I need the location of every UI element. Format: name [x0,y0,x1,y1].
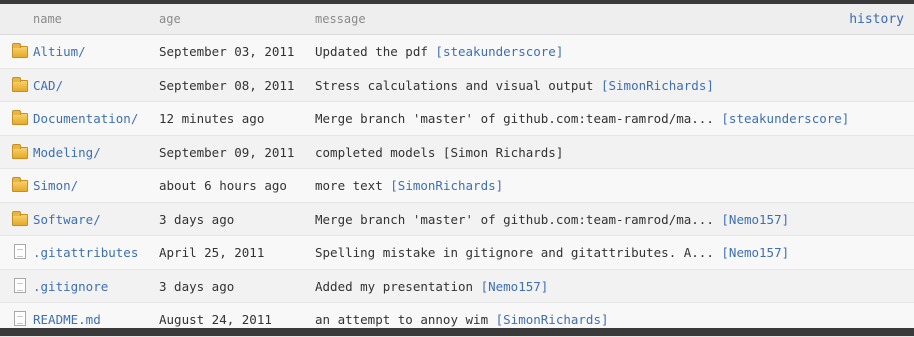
table-row: Simon/ about 6 hours ago more text [Simo… [0,169,914,203]
commit-message: Added my presentation [Nemo157] [315,279,548,294]
file-icon [14,244,26,259]
commit-message: Merge branch 'master' of github.com:team… [315,212,789,227]
commit-message: Updated the pdf [steakunderscore] [315,44,563,59]
commit-author-link[interactable]: [SimonRichards] [390,178,503,193]
history-link[interactable]: history [849,12,904,27]
table-row: Altium/ September 03, 2011 Updated the p… [0,35,914,69]
file-age: 3 days ago [159,211,235,227]
commit-message-text[interactable]: Updated the pdf [315,44,435,59]
folder-icon [12,143,28,159]
file-name-link[interactable]: Altium/ [33,44,86,59]
commit-author-link[interactable]: [SimonRichards] [496,312,609,327]
file-icon [14,311,26,326]
file-age: September 03, 2011 [159,44,295,59]
commit-message-text[interactable]: Merge branch 'master' of github.com:team… [315,212,721,227]
commit-author-link[interactable]: [steakunderscore] [721,111,849,126]
file-name-link[interactable]: Software/ [33,212,101,227]
commit-message-text[interactable]: Merge branch 'master' of github.com:team… [315,111,721,126]
folder-icon [12,210,28,226]
commit-author-link[interactable]: [Nemo157] [721,212,789,227]
file-list: Altium/ September 03, 2011 Updated the p… [0,35,914,337]
table-row: .gitattributes April 25, 2011 Spelling m… [0,236,914,270]
file-age: April 25, 2011 [159,245,265,260]
table-row: Software/ 3 days ago Merge branch 'maste… [0,202,914,236]
commit-author-link[interactable]: [Nemo157] [481,279,549,294]
file-age: 12 minutes ago [159,111,265,126]
table-header: name age message history [0,4,914,35]
table-row: Modeling/ September 09, 2011 completed m… [0,135,914,169]
file-age: September 08, 2011 [159,77,295,93]
file-name-link[interactable]: .gitattributes [33,245,138,260]
commit-message-text[interactable]: Added my presentation [315,279,481,294]
commit-message-text[interactable]: Stress calculations and visual output [315,78,601,93]
commit-message: completed models [Simon Richards] [315,145,563,160]
column-header-message: message [315,12,366,26]
table-row: .gitignore 3 days ago Added my presentat… [0,269,914,303]
file-age: 3 days ago [159,278,235,294]
file-age: August 24, 2011 [159,312,272,327]
commit-message: an attempt to annoy wim [SimonRichards] [315,312,609,327]
commit-message-text[interactable]: completed models [Simon Richards] [315,145,563,160]
commit-message: Spelling mistake in gitignore and gitatt… [315,245,789,260]
file-name-link[interactable]: Documentation/ [33,111,138,126]
commit-message-text[interactable]: an attempt to annoy wim [315,312,496,327]
file-browser: name age message history Altium/ Septemb… [0,4,914,337]
file-name-link[interactable]: CAD/ [33,78,63,93]
file-age: about 6 hours ago [159,178,287,193]
folder-icon [12,177,28,192]
commit-message-text[interactable]: more text [315,178,390,193]
commit-message: more text [SimonRichards] [315,178,503,193]
column-header-age: age [159,12,181,26]
commit-message: Stress calculations and visual output [S… [315,78,714,93]
commit-message: Merge branch 'master' of github.com:team… [315,111,849,126]
table-row: Documentation/ 12 minutes ago Merge bran… [0,102,914,136]
file-age: September 09, 2011 [159,144,295,160]
file-name-link[interactable]: Simon/ [33,178,78,193]
file-icon [14,277,26,293]
commit-author-link[interactable]: [steakunderscore] [435,44,563,59]
file-name-link[interactable]: Modeling/ [33,145,101,160]
folder-icon [12,110,28,125]
file-name-link[interactable]: README.md [33,312,101,327]
folder-icon [12,76,28,92]
commit-author-link[interactable]: [SimonRichards] [601,78,714,93]
column-header-name: name [33,12,62,26]
table-row: CAD/ September 08, 2011 Stress calculati… [0,68,914,102]
commit-author-link[interactable]: [Nemo157] [721,245,789,260]
commit-message-text[interactable]: Spelling mistake in gitignore and gitatt… [315,245,721,260]
file-name-link[interactable]: .gitignore [33,279,108,294]
table-row: README.md August 24, 2011 an attempt to … [0,303,914,337]
folder-icon [12,43,28,58]
